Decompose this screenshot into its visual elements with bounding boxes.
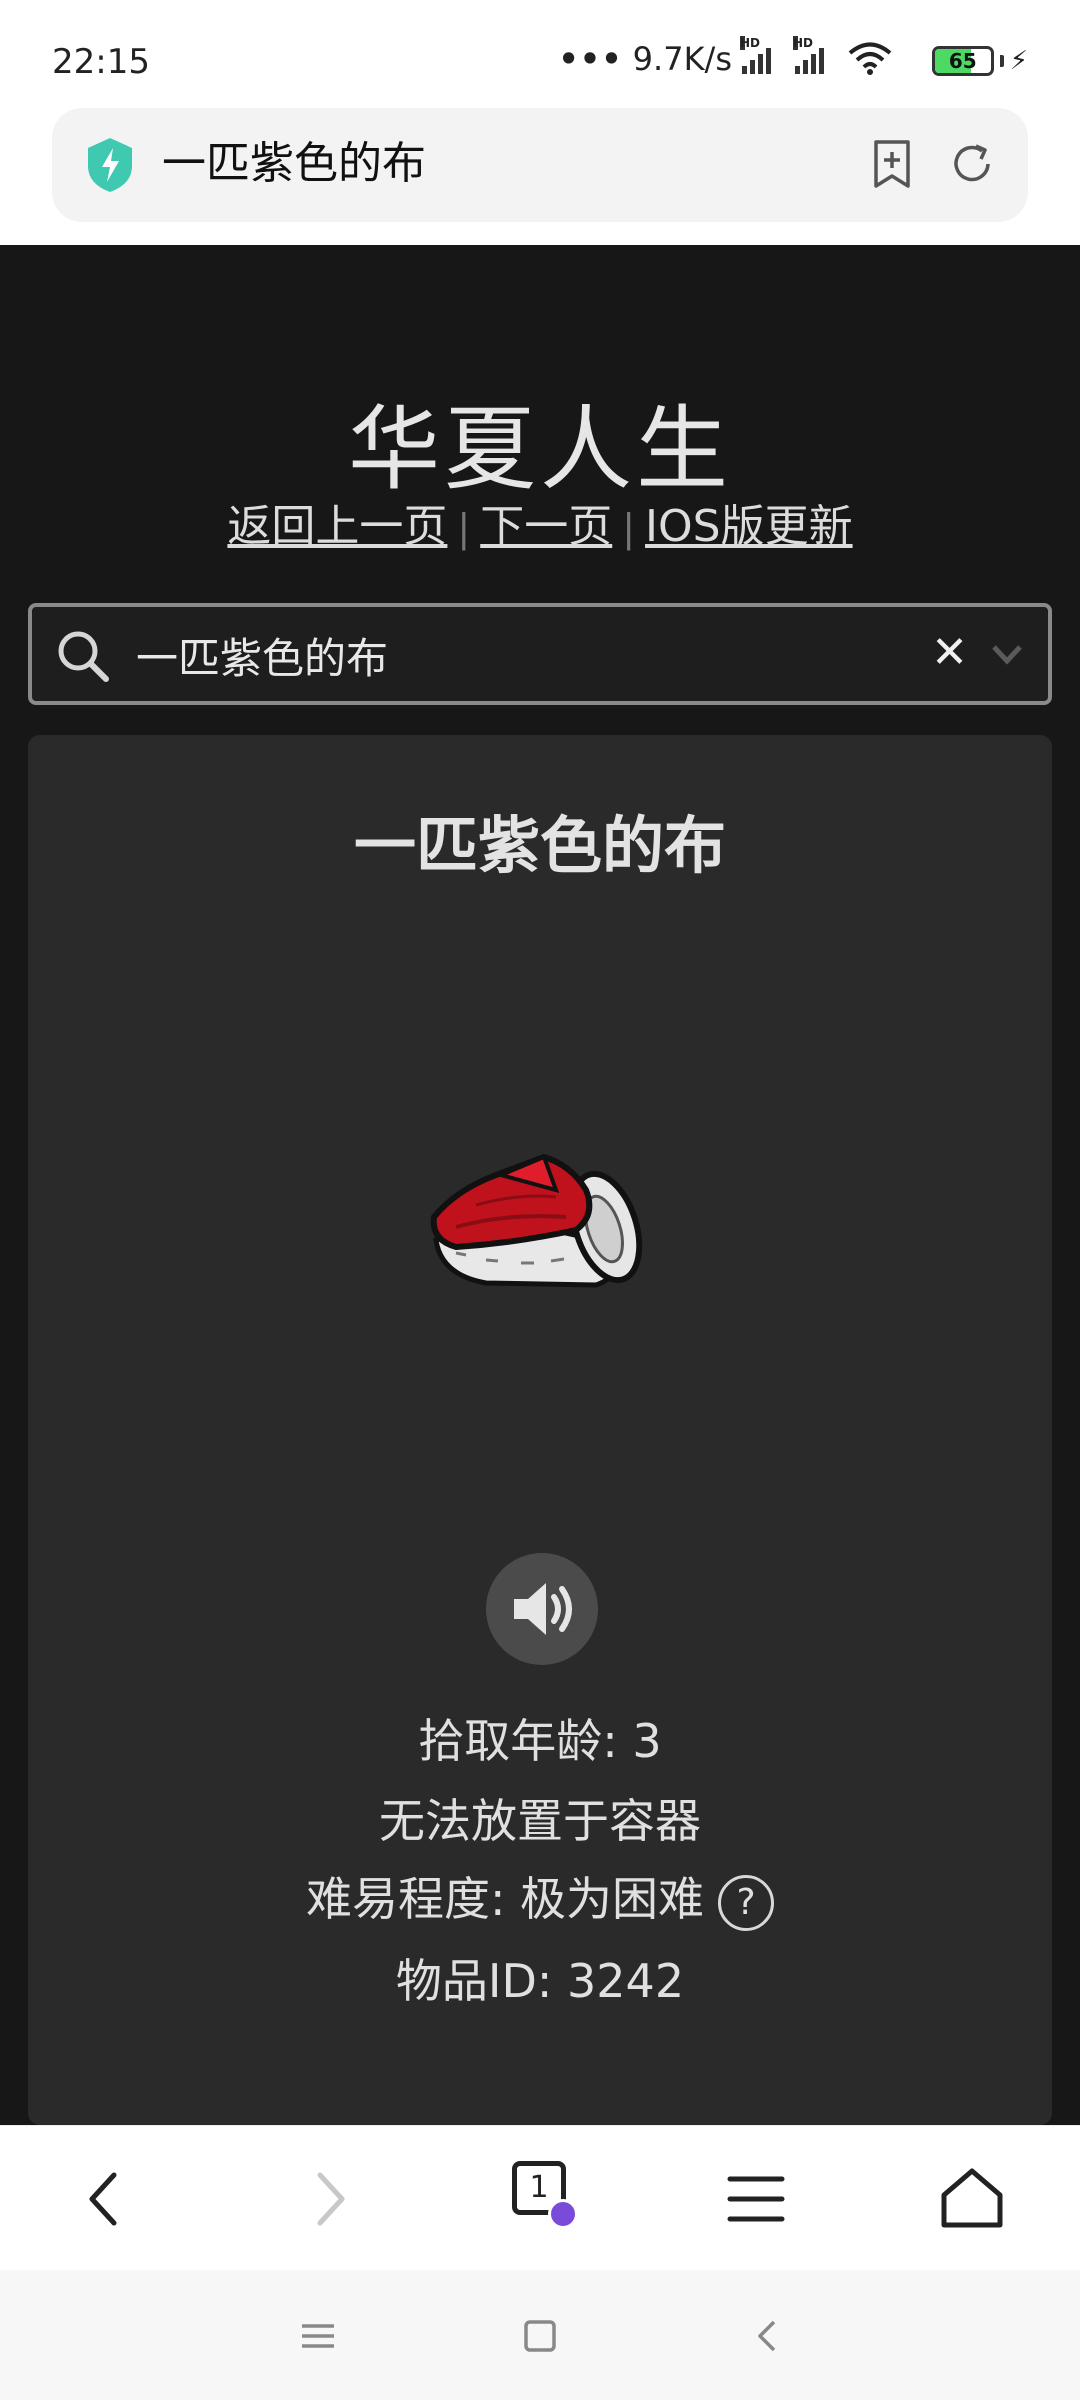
difficulty-text: 难易程度: 极为困难 [305, 1872, 705, 1926]
net-speed: 9.7K/s [632, 40, 732, 78]
menu-icon[interactable] [718, 2161, 794, 2237]
web-page: 华夏人生 返回上一页|下一页|IOS版更新 ✕ 一匹紫色的布 [0, 245, 1080, 2125]
home-square-icon[interactable] [518, 2314, 562, 2358]
ios-update-link[interactable]: IOS版更新 [645, 501, 853, 552]
pickup-age: 拾取年龄: 3 [418, 1714, 662, 1768]
page-navigation: 返回上一页 | 下一页 | IOS版更新 [0, 490, 1080, 554]
signal-icon-2: HD [793, 36, 824, 74]
play-sound-button[interactable] [486, 1553, 598, 1665]
incognito-badge-icon [548, 2199, 578, 2229]
browser-toolbar: 1 [0, 2125, 1080, 2270]
site-title: 华夏人生 [347, 396, 732, 503]
tabs-button[interactable]: 1 [512, 2161, 588, 2237]
nav-separator: | [622, 506, 636, 550]
nav-separator: | [457, 506, 471, 550]
search-box[interactable]: ✕ [28, 603, 1052, 705]
page-title-in-address-bar[interactable]: 一匹紫色的布 [162, 134, 426, 194]
reload-icon[interactable] [946, 138, 998, 190]
forward-icon[interactable] [290, 2161, 366, 2237]
search-icon [58, 631, 109, 682]
item-card: 一匹紫色的布 拾取年龄: 3 无法放置于容器 难易程度: 极为困难? 物品ID:… [28, 735, 1052, 2125]
shield-bolt-icon[interactable] [84, 136, 136, 194]
container-note: 无法放置于容器 [379, 1794, 701, 1848]
recents-menu-icon[interactable] [296, 2314, 340, 2358]
status-bar: 22:15 ••• 9.7K/s HD HD 65 ⚡ [0, 0, 1080, 104]
status-icons: ••• 9.7K/s HD HD [558, 36, 892, 78]
battery-icon: 65 ⚡ [931, 46, 1028, 76]
item-name: 一匹紫色的布 [353, 809, 726, 882]
difficulty-help-button[interactable]: ? [718, 1874, 775, 1931]
bookmark-add-icon[interactable] [866, 138, 918, 190]
address-bar[interactable]: 一匹紫色的布 [52, 108, 1028, 222]
chevron-down-icon[interactable] [986, 633, 1028, 675]
back-page-link[interactable]: 返回上一页 [227, 501, 447, 552]
back-icon[interactable] [68, 2161, 144, 2237]
difficulty-row: 难易程度: 极为困难? [28, 1863, 1052, 1931]
wifi-icon [848, 42, 892, 75]
clear-search-button[interactable]: ✕ [931, 623, 968, 683]
battery-level: 65 [948, 49, 977, 73]
signal-icon-1: HD [740, 36, 771, 74]
system-navigation-bar [0, 2270, 1080, 2400]
hd-label: HD [740, 36, 761, 50]
search-input[interactable] [136, 623, 916, 687]
item-id: 物品ID: 3242 [395, 1954, 685, 2008]
hd-label: HD [793, 36, 814, 50]
cloth-item-image [430, 1153, 643, 1288]
charging-icon: ⚡ [1009, 46, 1028, 76]
speaker-icon [514, 1583, 572, 1635]
next-page-link[interactable]: 下一页 [480, 501, 612, 552]
more-dots-icon: ••• [558, 40, 623, 78]
system-back-icon[interactable] [746, 2314, 790, 2358]
home-icon[interactable] [934, 2161, 1010, 2237]
status-time: 22:15 [52, 42, 150, 82]
